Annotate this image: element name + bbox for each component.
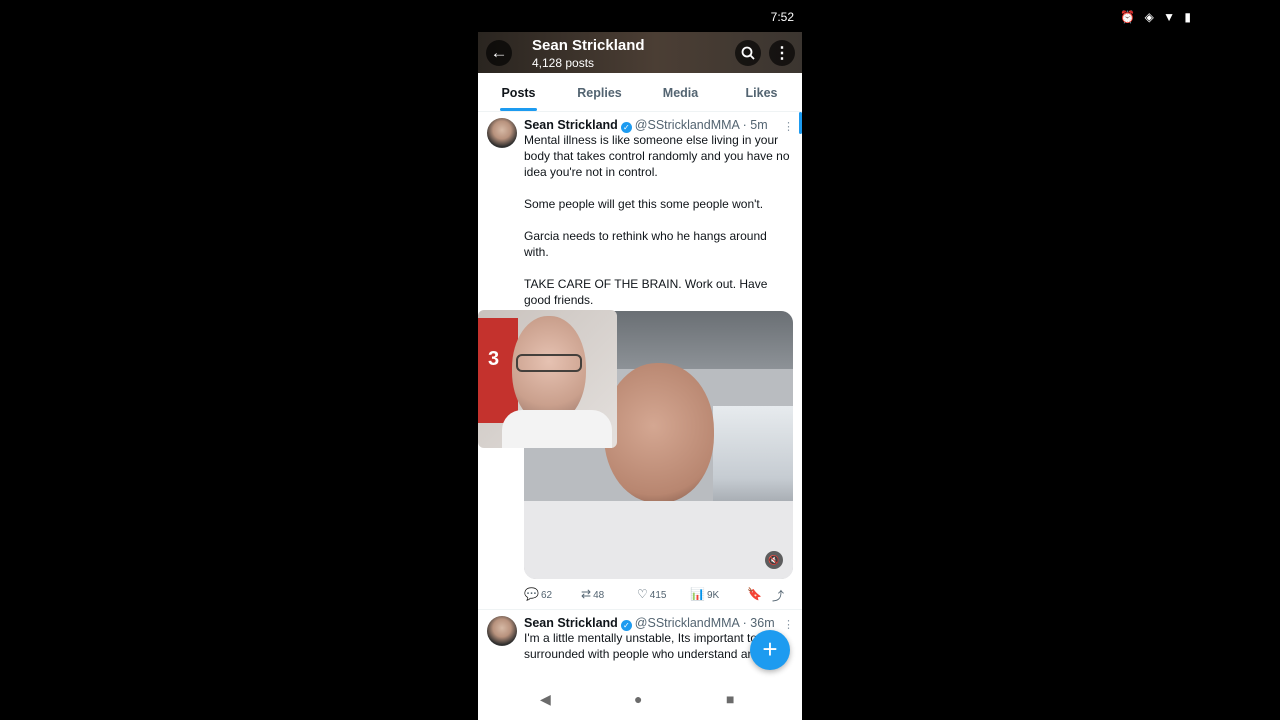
post-paragraph: Mental illness is like someone else livi… bbox=[524, 133, 790, 179]
post-divider bbox=[478, 609, 802, 610]
author-handle: @SStricklandMMA bbox=[634, 118, 740, 132]
post-actions: 💬 62 ⇄ 48 ♡ 415 📊 9K 🔖 ⤴ bbox=[524, 587, 794, 605]
tab-posts[interactable]: Posts bbox=[478, 73, 559, 111]
bookmark-icon: 🔖 bbox=[747, 587, 762, 601]
reply-button[interactable]: 💬 62 bbox=[524, 587, 552, 601]
bar-chart-icon: 📊 bbox=[690, 587, 705, 601]
author-handle: @SStricklandMMA bbox=[634, 616, 740, 630]
heart-icon: ♡ bbox=[637, 587, 648, 601]
avatar[interactable] bbox=[487, 118, 517, 148]
like-count: 415 bbox=[649, 590, 667, 601]
post-header: Sean Strickland ✓ @SStricklandMMA · 5m bbox=[524, 118, 768, 133]
profile-tabs: Posts Replies Media Likes bbox=[478, 73, 802, 112]
avatar[interactable] bbox=[487, 616, 517, 646]
post-body: Mental illness is like someone else livi… bbox=[524, 132, 794, 324]
phone-screen: ← Sean Strickland 4,128 posts ⋮ Posts Re… bbox=[478, 32, 802, 720]
back-button[interactable]: ← bbox=[486, 40, 512, 66]
author-name[interactable]: Sean Strickland bbox=[524, 616, 618, 630]
more-vertical-icon: ⋮ bbox=[774, 45, 790, 62]
post-paragraph: TAKE CARE OF THE BRAIN. Work out. Have g… bbox=[524, 277, 768, 307]
post-time: · 5m bbox=[742, 118, 768, 132]
nav-recents-icon[interactable]: ■ bbox=[726, 691, 734, 707]
mute-icon[interactable]: 🔇 bbox=[765, 551, 783, 569]
search-icon bbox=[741, 46, 755, 60]
like-button[interactable]: ♡ 415 bbox=[637, 587, 666, 601]
more-options-button[interactable]: ⋮ bbox=[769, 40, 795, 66]
video-shirt bbox=[524, 501, 793, 579]
jersey-number: 3 bbox=[488, 348, 500, 370]
share-icon: ⤴ bbox=[772, 589, 785, 603]
tab-replies[interactable]: Replies bbox=[559, 73, 640, 111]
search-button[interactable] bbox=[735, 40, 761, 66]
view-count: 9K bbox=[706, 590, 720, 601]
video-person bbox=[604, 363, 714, 503]
post-paragraph: Some people will get this some people wo… bbox=[524, 197, 764, 211]
compose-post-button[interactable]: + bbox=[750, 630, 790, 670]
webcam-shirt bbox=[502, 410, 612, 448]
arrow-left-icon: ← bbox=[490, 43, 508, 62]
profile-name: Sean Strickland bbox=[532, 37, 645, 54]
post-time: · 36m bbox=[742, 616, 775, 630]
nav-back-icon[interactable]: ◀ bbox=[540, 691, 551, 708]
post-header: Sean Strickland ✓ @SStricklandMMA · 36m bbox=[524, 616, 775, 631]
scroll-indicator bbox=[799, 112, 802, 134]
active-tab-indicator bbox=[500, 108, 537, 111]
status-icons: ⏰ ◈ ▼ ▮ bbox=[1120, 10, 1194, 24]
repost-count: 48 bbox=[593, 590, 605, 601]
post-paragraph: Garcia needs to rethink who he hangs aro… bbox=[524, 229, 767, 259]
tab-media[interactable]: Media bbox=[640, 73, 721, 111]
views-button[interactable]: 📊 9K bbox=[690, 587, 719, 601]
status-time: 7:52 bbox=[770, 10, 794, 24]
repost-icon: ⇄ bbox=[581, 587, 592, 601]
tab-likes[interactable]: Likes bbox=[721, 73, 802, 111]
reply-count: 62 bbox=[540, 590, 553, 601]
webcam-overlay: 3 bbox=[478, 310, 617, 448]
plus-icon: + bbox=[762, 634, 778, 664]
profile-header: ← Sean Strickland 4,128 posts ⋮ bbox=[478, 32, 802, 73]
bookmark-button[interactable]: 🔖 bbox=[747, 587, 764, 601]
share-button[interactable]: ⤴ bbox=[772, 587, 786, 604]
author-name[interactable]: Sean Strickland bbox=[524, 118, 618, 132]
nav-home-icon[interactable]: ● bbox=[634, 691, 642, 707]
post-count: 4,128 posts bbox=[532, 56, 595, 70]
status-bar: ⏰ ◈ ▼ ▮ 7:52 bbox=[0, 0, 1280, 32]
system-nav-bar: ◀ ● ■ bbox=[478, 683, 802, 720]
repost-button[interactable]: ⇄ 48 bbox=[581, 587, 604, 601]
reply-icon: 💬 bbox=[524, 587, 539, 601]
glasses-icon bbox=[516, 354, 582, 372]
